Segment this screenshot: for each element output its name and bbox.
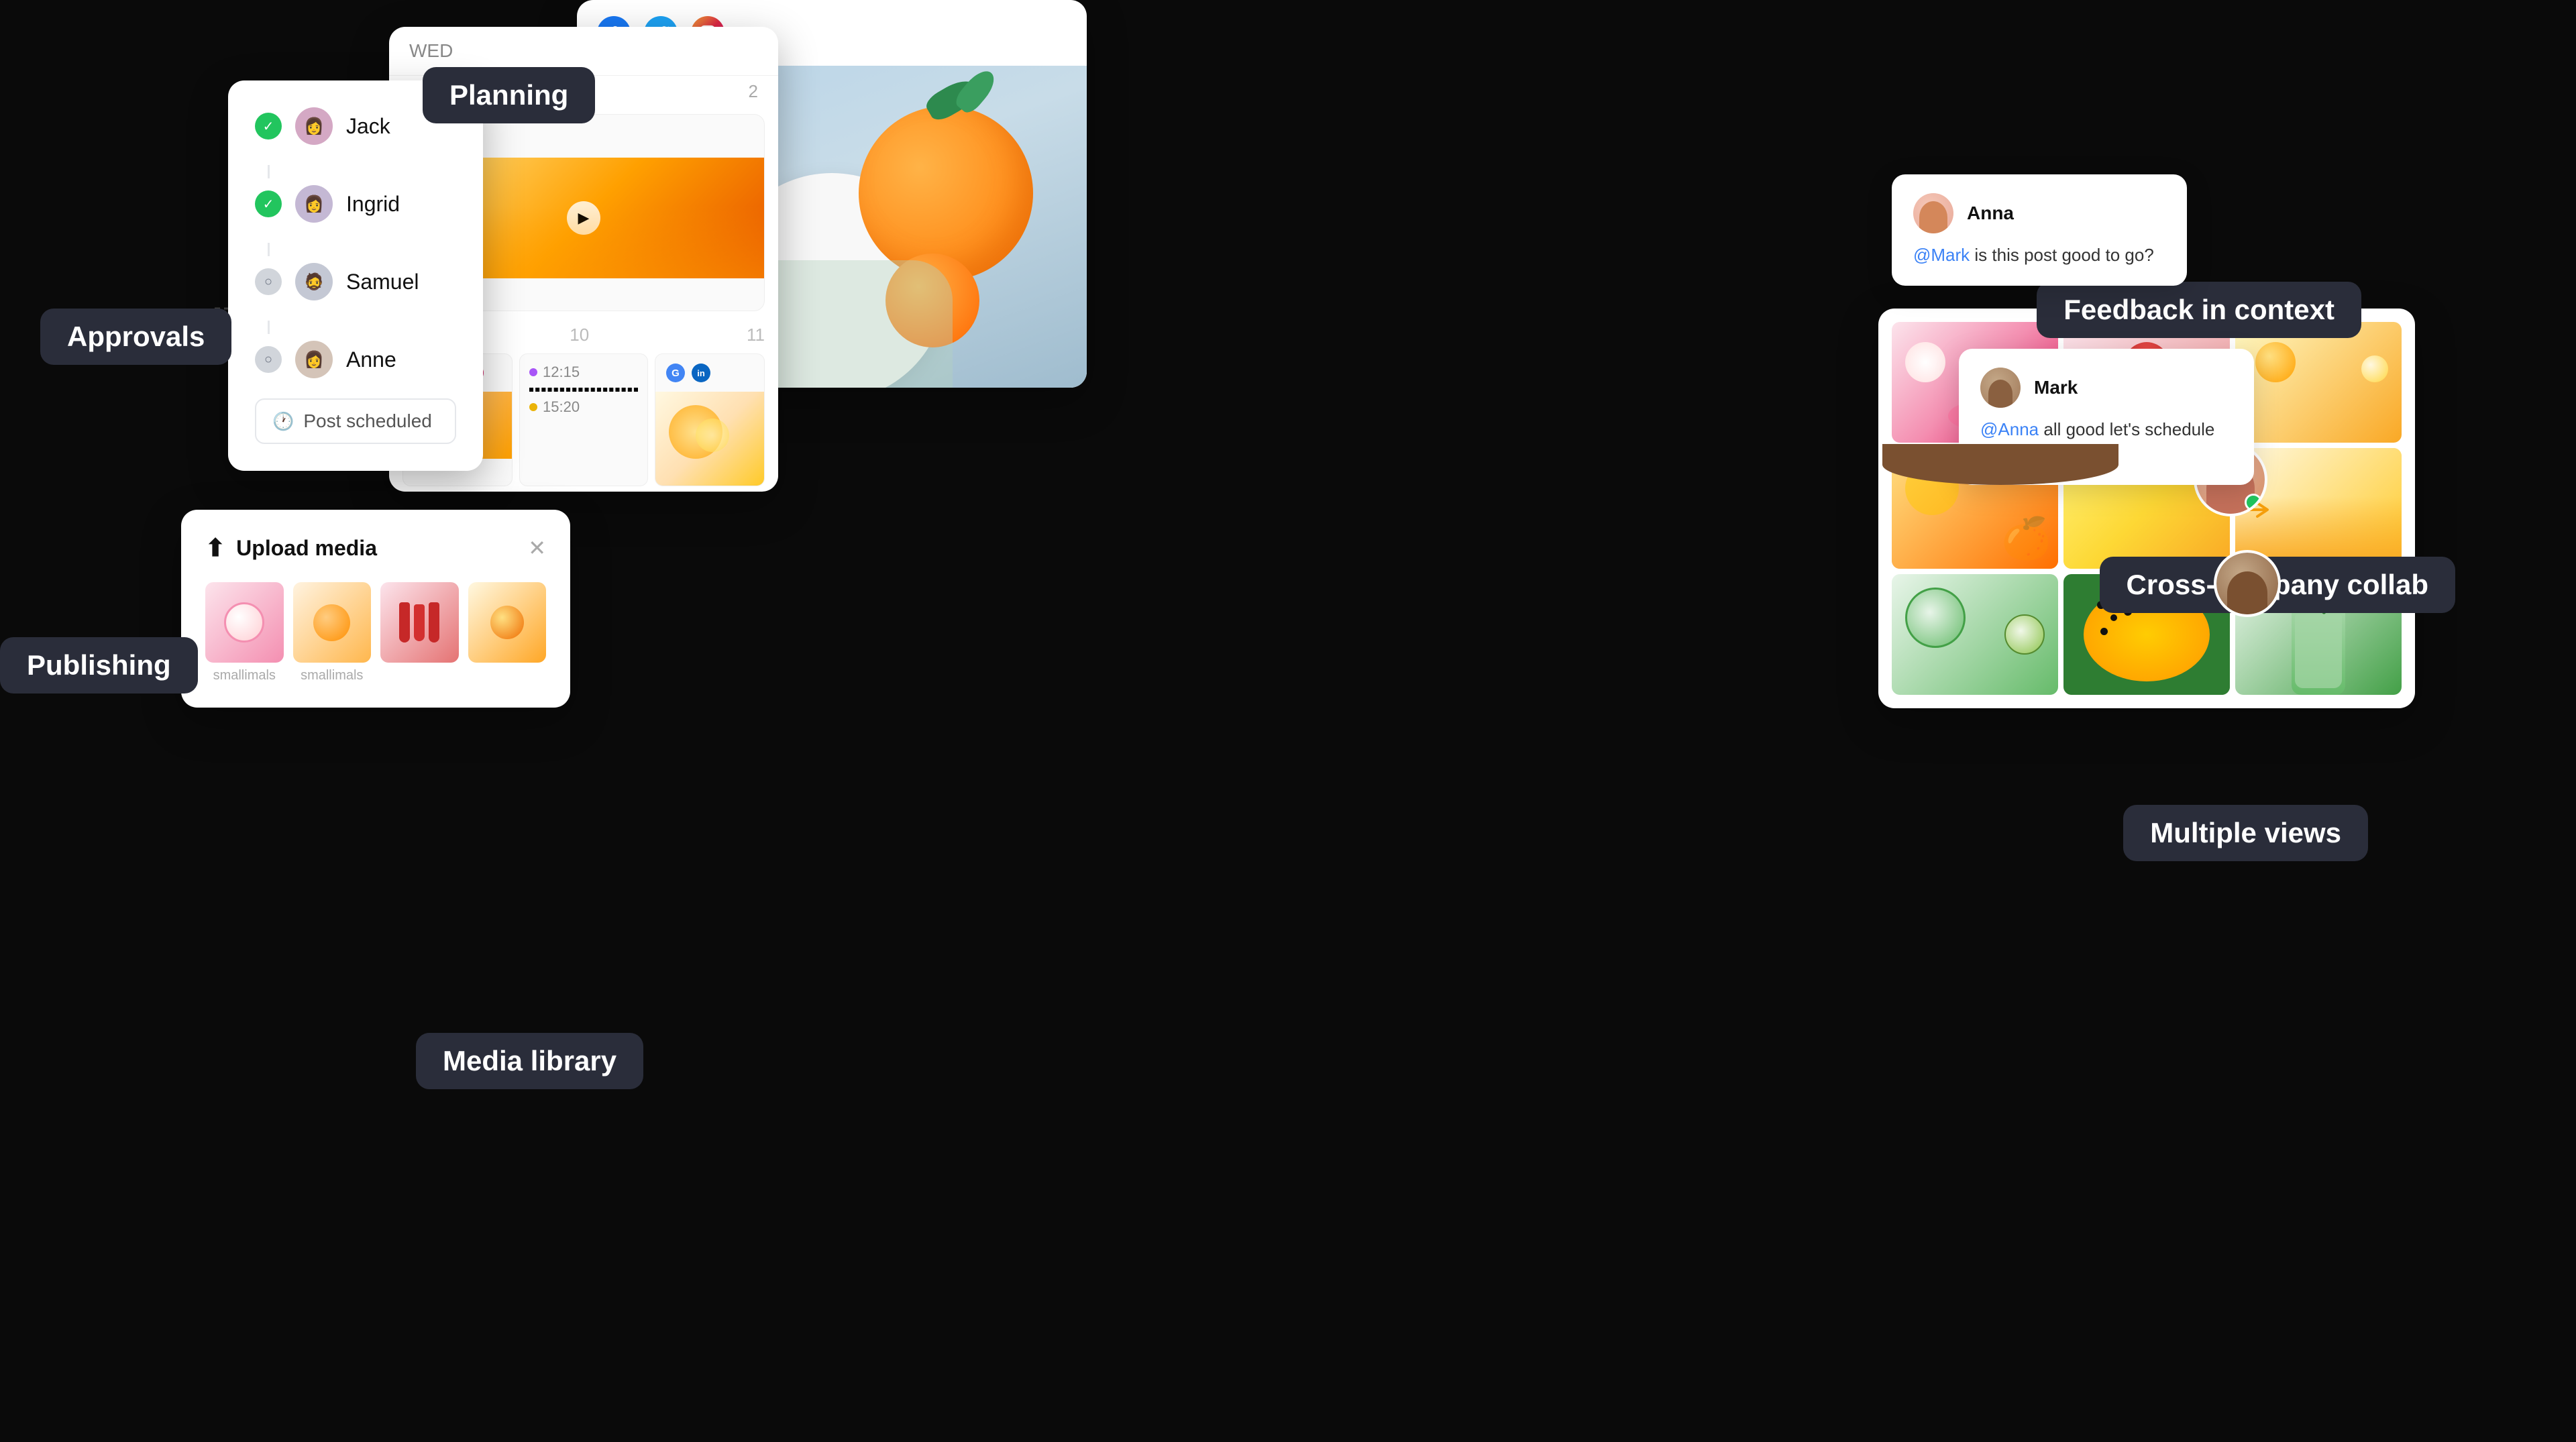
- multiple-views-label: Multiple views: [2123, 805, 2368, 861]
- upload-thumb-2[interactable]: smallimals: [293, 582, 372, 683]
- upload-label-1: smallimals: [205, 668, 284, 683]
- mark-user-row: Mark: [1980, 368, 2233, 408]
- check-icon-samuel: ○: [255, 268, 282, 295]
- anna-mention: @Mark: [1913, 245, 1970, 265]
- cal-dot-yellow: [529, 403, 537, 411]
- check-icon-anne: ○: [255, 346, 282, 373]
- name-jack: Jack: [346, 114, 390, 139]
- cal-num-10: 10: [570, 325, 589, 345]
- feedback-card-anna: Anna @Mark is this post good to go?: [1892, 174, 2187, 286]
- upload-title: ⬆ Upload media: [205, 534, 377, 562]
- feedback-card-mark: Mark @Anna all good let's schedule it.: [1959, 349, 2254, 485]
- anna-username: Anna: [1967, 203, 2014, 224]
- avatar-samuel: 🧔: [295, 263, 333, 300]
- avatar-jack: 👩: [295, 107, 333, 145]
- publishing-label: Publishing: [0, 637, 198, 694]
- post-scheduled-badge: 🕐 Post scheduled: [255, 398, 456, 444]
- media-library-label: Media library: [416, 1033, 643, 1089]
- clock-icon: 🕐: [272, 411, 294, 432]
- feedback-in-context-label: Feedback in context: [2037, 282, 2361, 338]
- google-icon: G: [666, 364, 685, 382]
- anna-user-row: Anna: [1913, 193, 2165, 233]
- upload-media-card: ⬆ Upload media ✕ smallimals smallimals: [181, 510, 570, 708]
- cal-num-11: 11: [747, 325, 765, 345]
- media-cell-7[interactable]: [1892, 574, 2058, 695]
- linkedin-icon: in: [692, 364, 710, 382]
- upload-icon: ⬆: [205, 534, 225, 562]
- approvals-item-ingrid: ✓ 👩 Ingrid: [255, 185, 456, 223]
- approvals-label: Approvals: [40, 309, 231, 365]
- upload-thumb-4[interactable]: [468, 582, 547, 683]
- approvals-item-samuel: ○ 🧔 Samuel: [255, 263, 456, 300]
- mark-avatar: [1980, 368, 2021, 408]
- cal-dot-purple: [529, 368, 537, 376]
- media-cell-3[interactable]: [2235, 322, 2402, 443]
- upload-thumb-1[interactable]: smallimals: [205, 582, 284, 683]
- name-samuel: Samuel: [346, 270, 419, 294]
- mark-username: Mark: [2034, 377, 2078, 398]
- anna-message: @Mark is this post good to go?: [1913, 243, 2165, 267]
- post-scheduled-text: Post scheduled: [303, 410, 431, 432]
- approvals-item-anne: ○ 👩 Anne: [255, 341, 456, 378]
- avatar-anne: 👩: [295, 341, 333, 378]
- name-ingrid: Ingrid: [346, 192, 400, 217]
- upload-header: ⬆ Upload media ✕: [205, 534, 546, 562]
- upload-thumb-3[interactable]: [380, 582, 459, 683]
- upload-close-button[interactable]: ✕: [528, 535, 546, 561]
- approvals-card: ✓ 👩 Jack ✓ 👩 Ingrid ○ 🧔 Samuel ○ 👩 Anne …: [228, 80, 483, 471]
- upload-grid: smallimals smallimals: [205, 582, 546, 683]
- check-icon-ingrid: ✓: [255, 190, 282, 217]
- avatar-ingrid: 👩: [295, 185, 333, 223]
- mark-mention: @Anna: [1980, 419, 2039, 439]
- collab-avatar-2: [2214, 550, 2281, 617]
- planning-label: Planning: [423, 67, 595, 123]
- check-icon-jack: ✓: [255, 113, 282, 140]
- upload-label-2: smallimals: [293, 668, 372, 683]
- anna-avatar: [1913, 193, 1953, 233]
- name-anne: Anne: [346, 347, 396, 372]
